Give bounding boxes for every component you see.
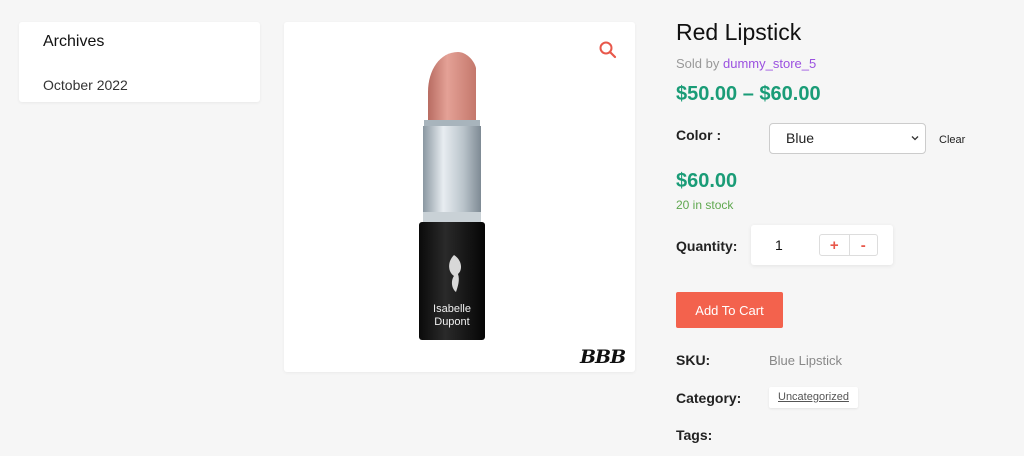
product-image-card: Isabelle Dupont BBB	[284, 22, 635, 372]
sold-by: Sold by dummy_store_5	[676, 56, 816, 71]
chevron-down-icon	[911, 136, 919, 141]
lipstick-brand-line-1: Isabelle	[433, 303, 471, 315]
quantity-stepper: 1 + -	[751, 225, 893, 265]
quantity-label: Quantity:	[676, 238, 738, 254]
category-tag-uncategorized[interactable]: Uncategorized	[769, 387, 858, 408]
color-label: Color :	[676, 127, 722, 143]
quantity-buttons: + -	[819, 234, 878, 256]
product-title: Red Lipstick	[676, 19, 802, 45]
color-select[interactable]: Blue	[769, 123, 926, 154]
archives-widget: Archives October 2022	[19, 22, 260, 102]
variation-price: $60.00	[676, 170, 738, 192]
sold-by-label: Sold by	[676, 56, 720, 71]
store-watermark: BBB	[580, 346, 626, 368]
quantity-input[interactable]: 1	[775, 237, 783, 253]
quantity-decrease-button[interactable]: -	[848, 235, 878, 255]
color-selected-value: Blue	[786, 130, 815, 146]
category-label: Category:	[676, 390, 742, 406]
tags-label: Tags:	[676, 427, 713, 443]
add-to-cart-button[interactable]: Add To Cart	[676, 292, 783, 328]
quantity-increase-button[interactable]: +	[820, 235, 849, 255]
vendor-link[interactable]: dummy_store_5	[723, 56, 816, 71]
lipstick-brand-line-2: Dupont	[434, 316, 469, 328]
archives-title: Archives	[43, 33, 105, 50]
stock-status: 20 in stock	[676, 198, 734, 212]
archive-link-october-2022[interactable]: October 2022	[43, 77, 128, 93]
sku-label: SKU:	[676, 352, 711, 368]
sku-value: Blue Lipstick	[769, 353, 842, 368]
search-icon[interactable]	[598, 40, 618, 60]
lipstick-photo: Isabelle Dupont	[419, 52, 485, 340]
clear-variation-link[interactable]: Clear	[939, 134, 965, 146]
price-range: $50.00 – $60.00	[676, 83, 821, 105]
